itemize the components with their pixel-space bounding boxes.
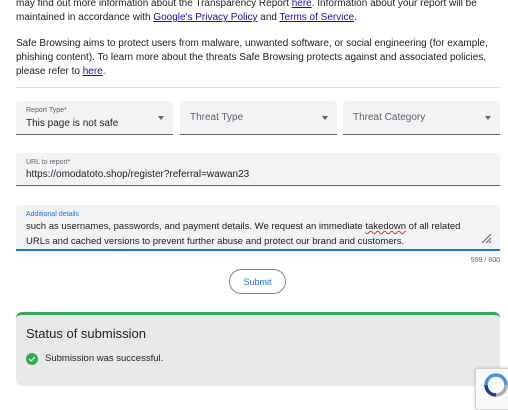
dropdown-caret-icon	[322, 116, 328, 120]
threat-category-placeholder: Threat Category	[353, 112, 426, 123]
url-to-report-label: URL to report*	[26, 159, 71, 166]
status-title: Status of submission	[26, 326, 146, 341]
dropdown-caret-icon	[485, 116, 491, 120]
transparency-report-link[interactable]: here	[292, 0, 312, 9]
threats-info-link[interactable]: here	[83, 66, 103, 77]
additional-details-text-part: URLs and cached versions to prevent furt…	[26, 236, 405, 247]
status-message: Submission was successful.	[45, 353, 164, 364]
url-to-report-field[interactable]: URL to report* https://omodatoto.shop/re…	[16, 153, 500, 186]
character-counter: 599 / 800	[470, 257, 500, 264]
divider	[16, 87, 500, 88]
check-circle-icon	[26, 353, 38, 365]
privacy-notice-text: .	[354, 12, 357, 23]
misspelled-word: takedown	[365, 221, 407, 232]
privacy-notice-text: maintained in accordance with	[16, 12, 154, 23]
url-to-report-value: https://omodatoto.shop/register?referral…	[26, 169, 250, 180]
privacy-notice-text: may find out more information about the …	[16, 0, 292, 9]
report-type-label: Report Type*	[26, 107, 67, 114]
threat-type-select[interactable]: Threat Type	[180, 101, 337, 135]
additional-details-text-part: of all related	[406, 221, 461, 232]
additional-details-text-part: such as usernames, passwords, and paymen…	[26, 221, 366, 232]
report-type-select[interactable]: Report Type* This page is not safe	[16, 101, 173, 135]
safe-browsing-description: Safe Browsing aims to protect users from…	[16, 37, 502, 79]
threat-type-placeholder: Threat Type	[190, 112, 244, 123]
additional-details-label: Additional details	[26, 211, 79, 218]
terms-of-service-link[interactable]: Terms of Service	[280, 12, 354, 23]
privacy-notice-text: and	[257, 12, 280, 23]
dropdown-caret-icon	[158, 116, 164, 120]
safe-browsing-description-text: .	[102, 66, 106, 77]
resize-handle-icon[interactable]	[480, 232, 492, 244]
privacy-notice-text: . Information about your report will be	[311, 0, 477, 9]
privacy-notice: may find out more information about the …	[16, 0, 502, 25]
additional-details-textarea[interactable]: Additional details such as usernames, pa…	[16, 205, 500, 251]
report-type-value: This page is not safe	[26, 118, 119, 129]
recaptcha-badge[interactable]	[475, 368, 508, 410]
privacy-policy-link[interactable]: Google's Privacy Policy	[153, 12, 257, 23]
threat-category-select[interactable]: Threat Category	[343, 101, 500, 135]
recaptcha-icon	[484, 373, 508, 397]
submit-button[interactable]: Submit	[229, 269, 286, 294]
status-panel: Status of submission Submission was succ…	[16, 312, 500, 386]
additional-details-text: such as usernames, passwords, and paymen…	[26, 219, 486, 249]
